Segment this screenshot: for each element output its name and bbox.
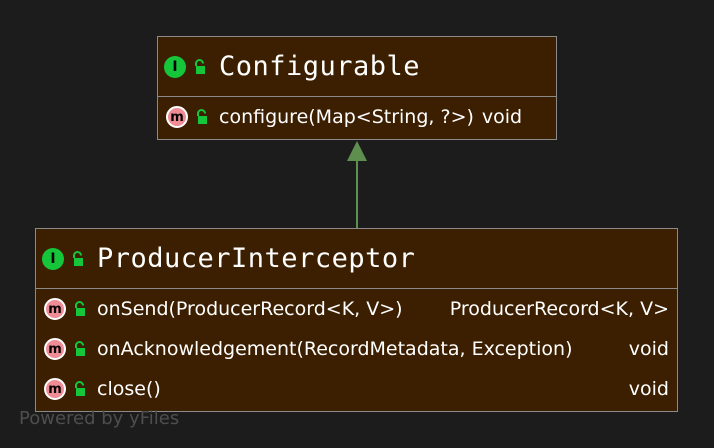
public-lock-icon bbox=[195, 58, 205, 74]
inheritance-arrowhead bbox=[347, 141, 367, 161]
method-return-type: void bbox=[628, 378, 669, 400]
method-signature: onAcknowledgement(RecordMetadata, Except… bbox=[97, 338, 573, 360]
class-configurable[interactable]: I Configurable m configure(Map<String, ?… bbox=[157, 36, 557, 140]
class-producer-interceptor[interactable]: I ProducerInterceptor m onSend(ProducerR… bbox=[35, 228, 678, 412]
method-badge-icon: m bbox=[44, 338, 66, 360]
method-return-type: void bbox=[481, 106, 523, 128]
method-row[interactable]: m configure(Map<String, ?>) void bbox=[158, 97, 556, 137]
method-signature: onSend(ProducerRecord<K, V>) bbox=[97, 298, 403, 320]
public-lock-icon bbox=[73, 250, 83, 266]
class-name: ProducerInterceptor bbox=[97, 243, 416, 274]
class-header: I Configurable bbox=[158, 37, 556, 97]
method-return-type: ProducerRecord<K, V> bbox=[449, 298, 669, 320]
yfiles-watermark: Powered by yFiles bbox=[19, 408, 180, 429]
interface-badge-icon: I bbox=[164, 55, 186, 78]
method-signature: close() bbox=[97, 378, 161, 400]
method-return-type: void bbox=[628, 338, 669, 360]
class-header: I ProducerInterceptor bbox=[36, 229, 677, 289]
public-lock-icon bbox=[75, 341, 85, 356]
public-lock-icon bbox=[75, 301, 85, 316]
method-badge-icon: m bbox=[44, 298, 66, 320]
method-row[interactable]: m onSend(ProducerRecord<K, V>) ProducerR… bbox=[36, 289, 677, 329]
method-signature: configure(Map<String, ?>) bbox=[219, 106, 474, 128]
method-badge-icon: m bbox=[44, 378, 66, 400]
interface-badge-icon: I bbox=[42, 247, 64, 270]
method-row[interactable]: m onAcknowledgement(RecordMetadata, Exce… bbox=[36, 329, 677, 369]
method-row[interactable]: m close() void bbox=[36, 369, 677, 409]
method-badge-icon: m bbox=[166, 106, 188, 128]
public-lock-icon bbox=[75, 381, 85, 396]
class-name: Configurable bbox=[219, 51, 421, 82]
public-lock-icon bbox=[197, 109, 207, 124]
